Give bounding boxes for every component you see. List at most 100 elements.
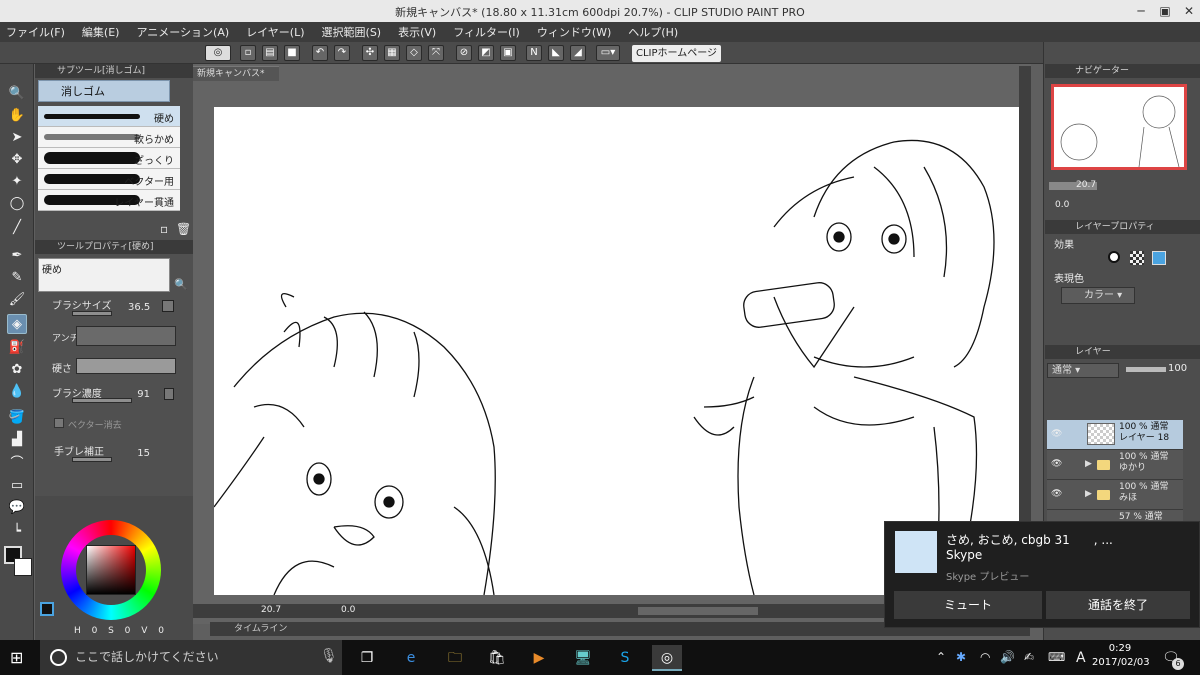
canvas-tab[interactable]: 新規キャンバス* [193,66,279,81]
select-fill-icon[interactable]: ▣ [500,45,516,61]
cortana-search-box[interactable]: ここで話しかけてください [40,640,342,675]
clip-home-button[interactable]: CLIPホームページ [632,45,722,62]
canvas-vertical-scrollbar[interactable] [1019,66,1031,594]
snap-ruler-icon[interactable]: N [526,45,542,61]
border-effect-icon[interactable] [1108,251,1120,263]
saturation-value-square[interactable] [86,545,136,595]
blend-mode-select[interactable]: 通常 ▾ [1047,363,1119,378]
visibility-eye-icon[interactable]: 👁 [1051,489,1062,499]
tool-detail-icon[interactable]: 🔍 [174,278,188,291]
pencil-tool-icon[interactable]: ✎ [7,268,27,288]
select-clear-icon[interactable]: ⊘ [456,45,472,61]
new-file-icon[interactable]: ▫ [240,45,256,61]
brush-tool-icon[interactable]: 🖌 [7,290,27,310]
canvas-horizontal-scrollbar[interactable] [638,607,758,615]
subtool-soft[interactable]: 軟らかめ [38,127,180,148]
edge-icon[interactable]: e [396,645,426,671]
subtool-group-tab[interactable]: 消しゴム [38,80,170,102]
hardness-selector[interactable] [76,358,176,374]
wifi-icon[interactable]: ◠ [980,650,990,664]
tray-expand-icon[interactable]: ⌃ [936,650,946,664]
express-color-select[interactable]: カラー ▾ [1061,287,1135,304]
save-icon[interactable]: ■ [284,45,300,61]
subtool-rough[interactable]: ざっくり [38,148,180,169]
display-mode-icon[interactable]: ▭▾ [596,45,620,61]
color-main-swatch[interactable] [40,602,54,616]
eyedropper-icon[interactable]: ╱ [7,218,27,238]
maximize-button[interactable]: ▣ [1154,0,1176,22]
lasso-icon[interactable]: ◯ [7,194,27,214]
navigator-zoom-value[interactable]: 20.7 [1076,180,1096,190]
menu-layer[interactable]: レイヤー(L) [246,24,304,40]
operation-tool-icon[interactable]: ➤ [7,128,27,148]
auto-select-icon[interactable]: ✦ [7,172,27,192]
task-view-icon[interactable]: ❐ [352,645,382,671]
opacity-slider[interactable] [1126,367,1166,372]
menu-view[interactable]: 表示(V) [398,24,436,40]
menu-filter[interactable]: フィルター(I) [453,24,520,40]
redo-icon[interactable]: ↷ [334,45,350,61]
gradient-tool-icon[interactable]: ▟ [7,430,27,450]
hand-tool-icon[interactable]: ✋ [7,106,27,126]
visibility-eye-icon[interactable]: 👁 [1051,429,1062,439]
navigator-angle-value[interactable]: 0.0 [1055,200,1069,210]
brush-size-slider[interactable] [72,311,112,316]
vector-erase-checkbox[interactable] [54,418,64,428]
mute-button[interactable]: ミュート [894,591,1042,619]
rotation-value[interactable]: 0.0 [341,605,355,615]
opacity-value[interactable]: 100 [1168,363,1187,374]
blend-tool-icon[interactable]: 💧 [7,382,27,402]
subtool-hard[interactable]: 硬め [38,106,180,127]
undo-icon[interactable]: ↶ [312,45,328,61]
zoom-tool-icon[interactable]: 🔍 [7,84,27,104]
folder-expand-icon[interactable]: ▶ [1085,459,1092,469]
move-layer-icon[interactable]: ✥ [7,150,27,170]
clip-studio-icon[interactable]: ◎ [205,45,231,61]
text-tool-icon[interactable]: ┕ [7,522,27,542]
density-pressure-icon[interactable] [164,388,174,400]
clock-time[interactable]: 0:29 [1095,643,1145,654]
figure-tool-icon[interactable]: ⌒ [7,454,27,474]
store-icon[interactable]: 🛍 [482,645,512,671]
sub-color-swatch[interactable] [14,558,32,576]
layer-row[interactable]: 👁 ▶ 100 % 通常 みほ [1047,480,1183,510]
menu-animation[interactable]: アニメーション(A) [136,24,229,40]
pressure-icon[interactable] [162,300,174,312]
keyboard-icon[interactable]: ⌨ [1048,650,1065,664]
snap-special-icon[interactable]: ◣ [548,45,564,61]
clip-studio-taskbar-icon[interactable]: ◎ [652,645,682,671]
menu-file[interactable]: ファイル(F) [6,24,65,40]
brush-density-value[interactable]: 91 [132,389,150,400]
frame-tool-icon[interactable]: ▭ [7,476,27,496]
microphone-icon[interactable]: 🎙 [320,648,338,664]
brush-density-slider[interactable] [72,398,132,403]
visibility-eye-icon[interactable]: 👁 [1051,459,1062,469]
snap-grid-icon[interactable]: ◢ [570,45,586,61]
delete-subtool-icon[interactable]: 🗑 [176,222,191,236]
pen-tool-icon[interactable]: ✒ [7,246,27,266]
file-explorer-icon[interactable]: 🗀 [440,645,470,671]
brush-size-value[interactable]: 36.5 [128,302,150,313]
transform-icon[interactable]: ✣ [362,45,378,61]
menu-window[interactable]: ウィンドウ(W) [537,24,611,40]
eraser-icon[interactable]: ◇ [406,45,422,61]
menu-help[interactable]: ヘルプ(H) [628,24,678,40]
subtool-through-layer[interactable]: レイヤー貫通 [38,190,180,211]
layer-color-icon[interactable] [1152,251,1166,265]
folder-expand-icon[interactable]: ▶ [1085,489,1092,499]
menu-edit[interactable]: 編集(E) [82,24,120,40]
close-button[interactable]: ✕ [1178,0,1200,22]
airbrush-tool-icon[interactable]: ⛽ [7,338,27,358]
select-invert-icon[interactable]: ◩ [478,45,494,61]
layer-row[interactable]: 👁 ▶ 100 % 通常 ゆかり [1047,450,1183,480]
remote-desktop-icon[interactable]: 🖥 [568,645,598,671]
menu-selection[interactable]: 選択範囲(S) [322,24,382,40]
scale-icon[interactable]: ⤧ [428,45,444,61]
volume-icon[interactable]: 🔊 [1000,650,1015,664]
windows-start-icon[interactable]: ⊞ [10,648,23,667]
fill-tool-icon[interactable]: 🪣 [7,408,27,428]
tray-bluetooth-icon[interactable]: ✱ [956,650,966,664]
tone-effect-icon[interactable] [1130,251,1144,265]
anti-alias-selector[interactable] [76,326,176,346]
media-player-icon[interactable]: ▶ [524,645,554,671]
